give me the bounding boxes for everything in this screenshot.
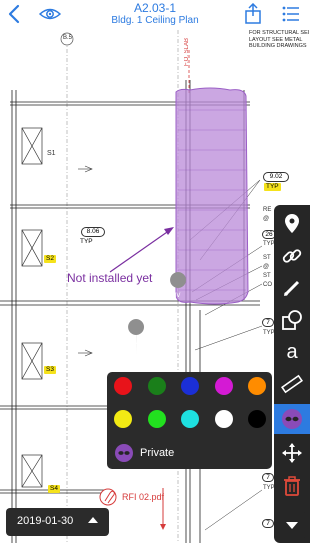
- dimension-bubble: 9.02: [263, 172, 289, 182]
- color-swatch-orange[interactable]: [248, 377, 266, 395]
- callout-s1[interactable]: S1: [47, 150, 56, 157]
- side-label: TYP: [263, 485, 275, 491]
- top-navigation-bar: A2.03-1 Bldg. 1 Ceiling Plan: [0, 0, 310, 30]
- back-button[interactable]: [4, 3, 26, 25]
- eye-icon: [38, 8, 62, 20]
- callout-s3[interactable]: S3: [44, 366, 56, 374]
- markup-toolbar: a: [274, 205, 310, 543]
- caret-down-icon: [286, 522, 298, 529]
- tool-link[interactable]: [274, 241, 310, 271]
- dimension-typ-tag: TYP: [264, 183, 281, 191]
- color-swatch-red[interactable]: [114, 377, 132, 395]
- sheet-title-block[interactable]: A2.03-1 Bldg. 1 Ceiling Plan: [80, 1, 230, 27]
- color-palette: Private: [107, 372, 272, 469]
- ruler-icon: [281, 374, 303, 394]
- sheet-title: Bldg. 1 Ceiling Plan: [111, 15, 199, 26]
- side-label: TYP: [263, 330, 275, 336]
- sheet-list-button[interactable]: [282, 6, 300, 22]
- side-label: 7: [262, 519, 274, 528]
- side-label: CO: [263, 282, 272, 288]
- share-icon: [245, 2, 261, 24]
- dimension-bubble: 8.06: [81, 227, 105, 237]
- callout-s2[interactable]: S2: [44, 255, 56, 263]
- privacy-mask-icon: [282, 409, 302, 429]
- list-icon: [282, 6, 299, 22]
- collapse-toolbar-button[interactable]: [277, 512, 307, 538]
- tool-privacy[interactable]: [274, 404, 310, 434]
- caret-up-icon: [88, 517, 98, 523]
- tool-move[interactable]: [274, 438, 310, 468]
- color-swatch-lime[interactable]: [148, 410, 166, 428]
- share-button[interactable]: [244, 2, 262, 25]
- revision-date: 2019-01-30: [17, 515, 74, 527]
- side-label: RE: [263, 207, 272, 213]
- tool-pin[interactable]: [274, 208, 310, 238]
- link-icon: [282, 249, 302, 263]
- text-icon: a: [286, 340, 298, 363]
- side-label: @: [263, 216, 270, 222]
- tool-text[interactable]: a: [274, 337, 310, 367]
- grid-bubble-label: B.5: [63, 35, 73, 41]
- color-swatch-magenta[interactable]: [215, 377, 233, 395]
- pencil-icon: [283, 280, 300, 297]
- side-label: TYP: [263, 241, 275, 247]
- callout-s4[interactable]: S4: [48, 485, 60, 493]
- tool-pencil[interactable]: [274, 273, 310, 303]
- chevron-left-icon: [8, 4, 20, 24]
- color-swatch-white[interactable]: [215, 410, 233, 428]
- hv-pin-label[interactable]: HV: [130, 340, 138, 347]
- side-label: 7: [262, 473, 274, 482]
- visibility-toggle-button[interactable]: [38, 5, 62, 23]
- color-swatch-blue[interactable]: [181, 377, 199, 395]
- privacy-mask-icon[interactable]: [115, 444, 133, 462]
- side-label: @: [263, 264, 270, 270]
- color-swatch-yellow[interactable]: [114, 410, 132, 428]
- tool-delete[interactable]: [274, 471, 310, 501]
- side-label: ST: [263, 255, 271, 261]
- pin-icon: [285, 214, 299, 233]
- color-swatch-green[interactable]: [148, 377, 166, 395]
- color-swatch-cyan[interactable]: [181, 410, 199, 428]
- structural-note: FOR STRUCTURAL SEI LAYOUT SEE METAL BUIL…: [249, 30, 310, 49]
- dimension-typ-label: TYP: [80, 238, 93, 245]
- revision-date-selector[interactable]: 2019-01-30: [6, 508, 109, 536]
- slab-label: F.O. SLAB: [184, 38, 190, 67]
- tool-ruler[interactable]: [274, 369, 310, 399]
- rfi-attachment-link[interactable]: RFI 02.pdf: [122, 492, 164, 502]
- move-icon: [282, 443, 302, 463]
- side-label: 7: [262, 318, 274, 327]
- shapes-icon: [282, 310, 302, 330]
- color-swatch-black[interactable]: [248, 410, 266, 428]
- sheet-number: A2.03-1: [133, 1, 177, 15]
- trash-icon: [284, 476, 300, 496]
- tool-shapes[interactable]: [274, 305, 310, 335]
- hv-pin-label[interactable]: HV: [172, 293, 180, 300]
- side-label: ST: [263, 273, 271, 279]
- private-toggle-label[interactable]: Private: [140, 447, 174, 459]
- markup-text[interactable]: Not installed yet: [67, 271, 152, 285]
